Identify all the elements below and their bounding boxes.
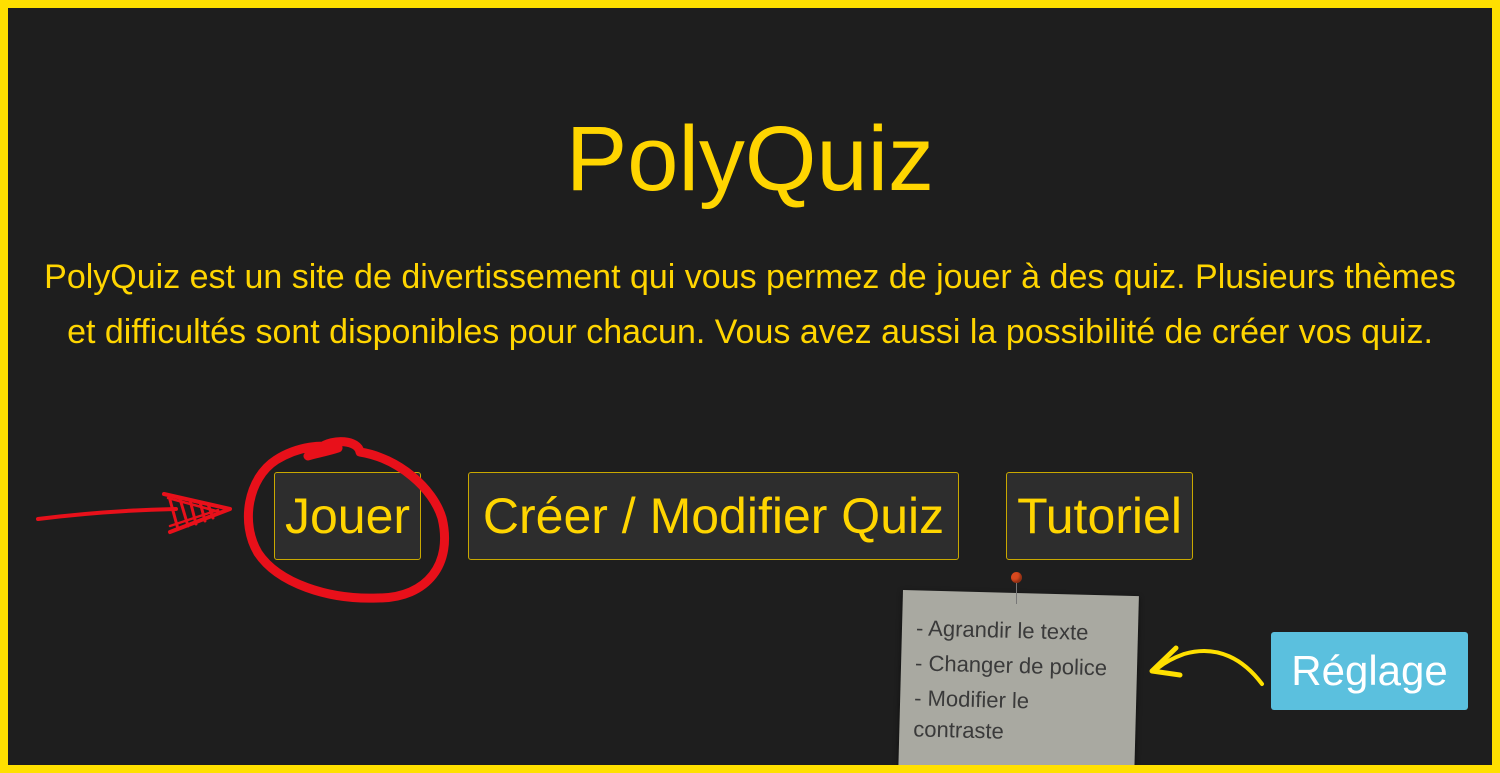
create-edit-quiz-button[interactable]: Créer / Modifier Quiz xyxy=(468,472,959,560)
page-title: PolyQuiz xyxy=(565,108,935,210)
settings-features-list: - Agrandir le texte - Changer de police … xyxy=(913,612,1124,749)
pin-needle xyxy=(1016,582,1017,604)
tutorial-button[interactable]: Tutoriel xyxy=(1006,472,1193,560)
yellow-arrow-icon xyxy=(1149,645,1264,686)
red-arrow-icon xyxy=(36,492,232,534)
settings-button[interactable]: Réglage xyxy=(1271,632,1468,710)
play-button[interactable]: Jouer xyxy=(274,472,421,560)
pushpin-icon xyxy=(1011,572,1022,583)
note-item-enlarge-text: - Agrandir le texte xyxy=(915,615,1089,645)
settings-sticky-note: - Agrandir le texte - Changer de police … xyxy=(897,590,1139,765)
note-item-change-font: - Changer de police xyxy=(914,650,1108,681)
page-description: PolyQuiz est un site de divertissement q… xyxy=(44,258,1456,351)
main-frame: PolyQuiz PolyQuiz est un site de diverti… xyxy=(8,8,1492,765)
note-item-modify-contrast: - Modifier le contraste xyxy=(913,685,1030,744)
